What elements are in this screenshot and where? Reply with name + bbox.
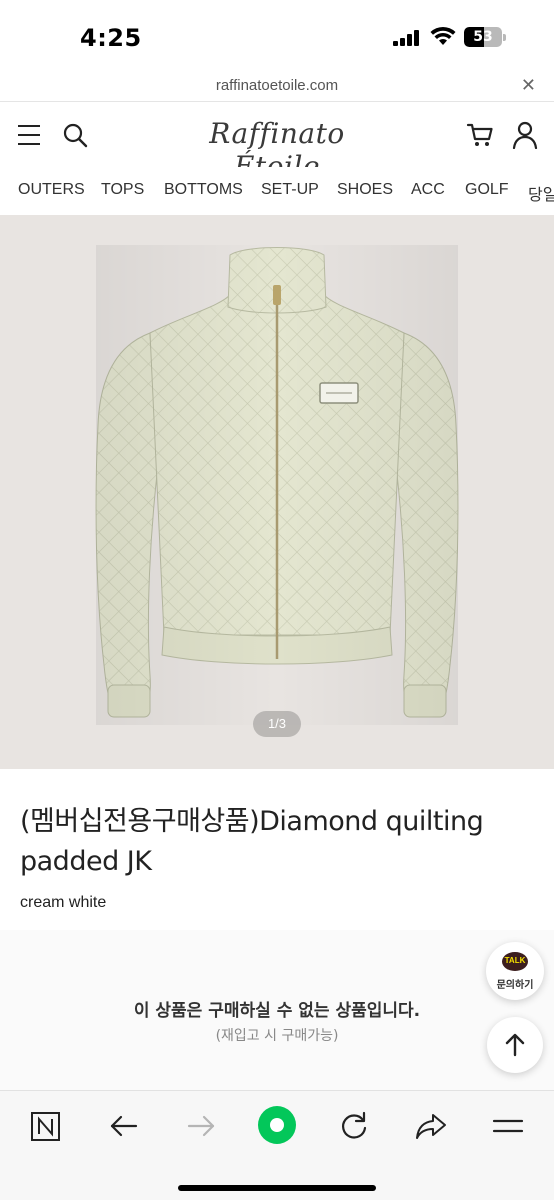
gallery-pager: 1/3	[253, 711, 301, 737]
forward-arrow-icon	[187, 1115, 215, 1137]
user-icon[interactable]	[512, 121, 538, 149]
cellular-signal-icon	[393, 30, 421, 46]
category-golf[interactable]: GOLF	[465, 181, 509, 199]
back-arrow-icon[interactable]	[104, 1109, 144, 1143]
category-outers[interactable]: OUTERS	[18, 181, 85, 199]
arrow-up-icon	[505, 1033, 525, 1057]
cart-icon[interactable]	[466, 121, 494, 149]
hamburger-menu-icon[interactable]	[18, 125, 40, 145]
browser-toolbar	[0, 1090, 554, 1200]
category-tops[interactable]: TOPS	[101, 181, 144, 199]
search-icon[interactable]	[62, 122, 88, 148]
wifi-icon	[430, 26, 456, 45]
battery-level: 53	[473, 29, 493, 45]
product-title: (멤버십전용구매상품)Diamond quilting padded JK	[20, 806, 484, 877]
category-set-up[interactable]: SET-UP	[261, 181, 319, 199]
category-nav: OUTERS TOPS BOTTOMS SET-UP SHOES ACC GOL…	[0, 167, 554, 215]
status-time: 4:25	[80, 24, 142, 52]
product-image	[95, 245, 459, 725]
kakao-talk-icon: TALK	[502, 952, 528, 971]
status-bar: 4:25 53	[0, 0, 554, 72]
naver-icon[interactable]	[26, 1109, 66, 1143]
share-icon[interactable]	[411, 1109, 451, 1143]
refresh-icon[interactable]	[334, 1109, 374, 1143]
menu-icon[interactable]	[488, 1109, 528, 1143]
purchase-notice: 이 상품은 구매하실 수 없는 상품입니다. (재입고 시 구매가능)	[0, 930, 554, 1090]
category-same-day[interactable]: 당일	[528, 181, 554, 205]
site-logo[interactable]: Raffinato Étoile	[172, 111, 382, 183]
kakao-talk-inquiry-button[interactable]: TALK 문의하기	[486, 942, 544, 1000]
purchase-notice-main: 이 상품은 구매하실 수 없는 상품입니다.	[133, 1001, 421, 1021]
url-text[interactable]: raffinatoetoile.com	[0, 77, 554, 94]
purchase-notice-sub: (재입고 시 구매가능)	[215, 1028, 339, 1044]
home-indicator	[178, 1185, 376, 1191]
category-bottoms[interactable]: BOTTOMS	[164, 181, 243, 199]
product-color-option: cream white	[20, 894, 107, 911]
category-acc[interactable]: ACC	[411, 181, 445, 199]
category-shoes[interactable]: SHOES	[337, 181, 393, 199]
product-image-gallery[interactable]: 1/3	[0, 215, 554, 769]
url-bar[interactable]: raffinatoetoile.com ✕	[0, 72, 554, 102]
talk-label: 문의하기	[496, 980, 534, 991]
close-icon[interactable]: ✕	[521, 75, 536, 96]
green-home-icon[interactable]	[257, 1105, 297, 1145]
site-header: Raffinato Étoile	[0, 103, 554, 183]
battery-icon: 53	[464, 27, 506, 47]
scroll-to-top-button[interactable]	[487, 1017, 543, 1073]
